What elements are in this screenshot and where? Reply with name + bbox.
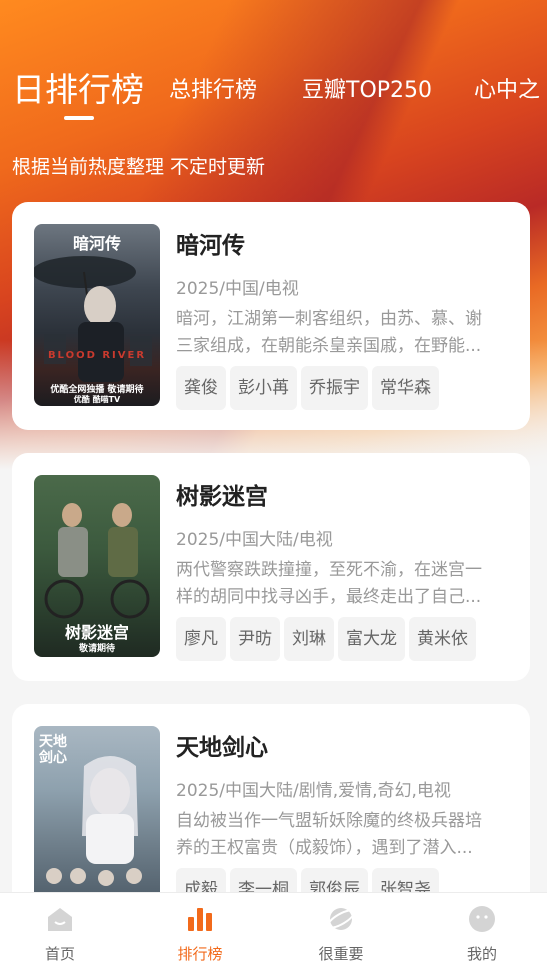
ranking-card[interactable]: 暗河传 BLOOD RIVER 优酷全网独播 敬请期待 优酷 酷喵TV 暗河传 …	[12, 202, 530, 430]
poster-image: 天地剑心	[34, 726, 160, 908]
card-meta: 2025/中国大陆/电视	[176, 530, 333, 550]
poster-image: 暗河传 BLOOD RIVER 优酷全网独播 敬请期待 优酷 酷喵TV	[34, 224, 160, 406]
description-line: 两代警察跌跌撞撞，至死不渝，在迷宫一	[176, 560, 482, 580]
ranking-card[interactable]: 树影迷宫 敬请期待 树影迷宫 2025/中国大陆/电视 两代警察跌跌撞撞，至死不…	[12, 453, 530, 681]
tab-douban-top250[interactable]: 豆瓣TOP250	[302, 72, 432, 104]
cast-tag[interactable]: 彭小苒	[230, 366, 297, 410]
tab-daily-ranking[interactable]: 日排行榜	[12, 63, 144, 111]
profile-icon	[469, 906, 495, 932]
home-icon	[48, 908, 72, 931]
cast-tags: 廖凡 尹昉 刘琳 富大龙 黄米依	[176, 617, 480, 661]
nav-item-ranking[interactable]: 排行榜	[132, 893, 268, 967]
poster-title: 树影迷宫	[64, 623, 129, 642]
nav-label: 首页	[44, 945, 75, 963]
cast-tag[interactable]: 龚俊	[176, 366, 226, 410]
tab-overall-ranking[interactable]: 总排行榜	[169, 72, 257, 104]
cast-tag[interactable]: 富大龙	[338, 617, 405, 661]
card-meta: 2025/中国/电视	[176, 279, 299, 299]
nav-item-important[interactable]: 很重要	[273, 893, 409, 967]
description-line: 样的胡同中找寻凶手，最终走出了自己...	[176, 587, 482, 607]
cast-tag[interactable]: 常华森	[372, 366, 439, 410]
nav-label: 我的	[466, 945, 497, 963]
card-description: 两代警察跌跌撞撞，至死不渝，在迷宫一 样的胡同中找寻凶手，最终走出了自己...	[176, 557, 506, 611]
card-description: 暗河，江湖第一刺客组织，由苏、慕、谢 三家组成，在朝能杀皇亲国戚，在野能...	[176, 306, 506, 360]
poster-image: 树影迷宫 敬请期待	[34, 475, 160, 657]
cast-tag[interactable]: 尹昉	[230, 617, 280, 661]
ranking-tabs: 日排行榜 总排行榜 豆瓣TOP250 心中之	[0, 55, 547, 115]
page-subtitle: 根据当前热度整理 不定时更新	[12, 156, 266, 178]
cast-tag[interactable]: 廖凡	[176, 617, 226, 661]
card-title[interactable]: 暗河传	[176, 226, 245, 260]
description-line: 三家组成，在朝能杀皇亲国戚，在野能...	[176, 336, 482, 356]
tab-indicator	[64, 116, 94, 120]
nav-label: 排行榜	[177, 945, 223, 963]
nav-item-profile[interactable]: 我的	[414, 893, 547, 967]
nav-label: 很重要	[318, 945, 364, 963]
ranking-icon	[188, 908, 212, 931]
poster-subtitle: BLOOD RIVER	[47, 350, 147, 361]
bottom-nav: 首页 排行榜 很重要 我的	[0, 892, 547, 967]
planet-icon	[326, 908, 356, 930]
description-line: 暗河，江湖第一刺客组织，由苏、慕、谢	[176, 309, 482, 329]
poster-footer: 敬请期待	[78, 644, 115, 654]
card-title[interactable]: 树影迷宫	[176, 477, 268, 511]
tab-favorites[interactable]: 心中之	[474, 72, 540, 104]
cast-tag[interactable]: 黄米依	[409, 617, 476, 661]
cast-tag[interactable]: 乔振宇	[301, 366, 368, 410]
poster-title: 天地剑心	[39, 734, 67, 766]
card-meta: 2025/中国大陆/剧情,爱情,奇幻,电视	[176, 781, 451, 801]
description-line: 养的王权富贵（成毅饰），遇到了潜入...	[176, 838, 473, 858]
poster-footer-brands: 优酷 酷喵TV	[73, 395, 121, 404]
nav-item-home[interactable]: 首页	[0, 893, 128, 967]
cast-tags: 龚俊 彭小苒 乔振宇 常华森	[176, 366, 443, 410]
poster-title: 暗河传	[72, 234, 121, 253]
description-line: 自幼被当作一气盟斩妖除魔的终极兵器培	[176, 811, 482, 831]
card-description: 自幼被当作一气盟斩妖除魔的终极兵器培 养的王权富贵（成毅饰），遇到了潜入...	[176, 808, 506, 862]
cast-tag[interactable]: 刘琳	[284, 617, 334, 661]
card-title[interactable]: 天地剑心	[176, 728, 268, 762]
